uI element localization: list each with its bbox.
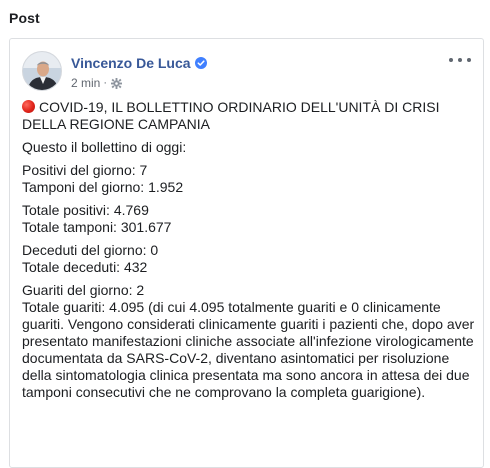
post-body: COVID-19, IL BOLLETTINO ORDINARIO DELL'U… (22, 99, 482, 407)
post-title: COVID-19, IL BOLLETTINO ORDINARIO DELL'U… (22, 99, 482, 133)
verified-badge-icon (194, 57, 207, 69)
gear-icon[interactable] (111, 77, 123, 89)
post-meta: 2 min · (71, 76, 123, 90)
deceduti-giorno: Deceduti del giorno: 0 (22, 242, 159, 258)
more-dot (458, 58, 462, 62)
avatar[interactable] (22, 51, 62, 91)
positivi-giorno: Positivi del giorno: 7 (22, 162, 148, 178)
red-circle-icon (22, 100, 35, 113)
tamponi-giorno: Tamponi del giorno: 1.952 (22, 179, 184, 195)
stats-daily-positives: Positivi del giorno: 7 Tamponi del giorn… (22, 162, 482, 196)
totale-positivi: Totale positivi: 4.769 (22, 202, 149, 218)
more-dot (467, 58, 471, 62)
stats-totals: Totale positivi: 4.769 Totale tamponi: 3… (22, 202, 482, 236)
meta-separator: · (103, 77, 108, 89)
totale-deceduti: Totale deceduti: 432 (22, 259, 148, 275)
more-dot (449, 58, 453, 62)
more-options-icon[interactable] (449, 53, 471, 67)
stats-deaths: Deceduti del giorno: 0 Totale deceduti: … (22, 242, 482, 276)
totale-tamponi: Totale tamponi: 301.677 (22, 219, 172, 235)
post-timestamp[interactable]: 2 min (71, 76, 100, 90)
stats-recovered: Guariti del giorno: 2 Totale guariti: 4.… (22, 282, 482, 401)
post-card: Vincenzo De Luca 2 min · COVID-19, IL BO… (9, 38, 484, 468)
author-name[interactable]: Vincenzo De Luca (71, 55, 191, 71)
avatar-image (23, 52, 61, 90)
post-title-text: COVID-19, IL BOLLETTINO ORDINARIO DELL'U… (22, 99, 440, 132)
guariti-giorno: Guariti del giorno: 2 (22, 282, 145, 298)
totale-guariti: Totale guariti: 4.095 (di cui 4.095 tota… (22, 299, 475, 400)
post-header: Vincenzo De Luca 2 min · (22, 51, 471, 95)
author-row: Vincenzo De Luca (71, 55, 207, 71)
post-intro: Questo il bollettino di oggi: (22, 139, 187, 155)
section-title: Post (9, 10, 40, 26)
